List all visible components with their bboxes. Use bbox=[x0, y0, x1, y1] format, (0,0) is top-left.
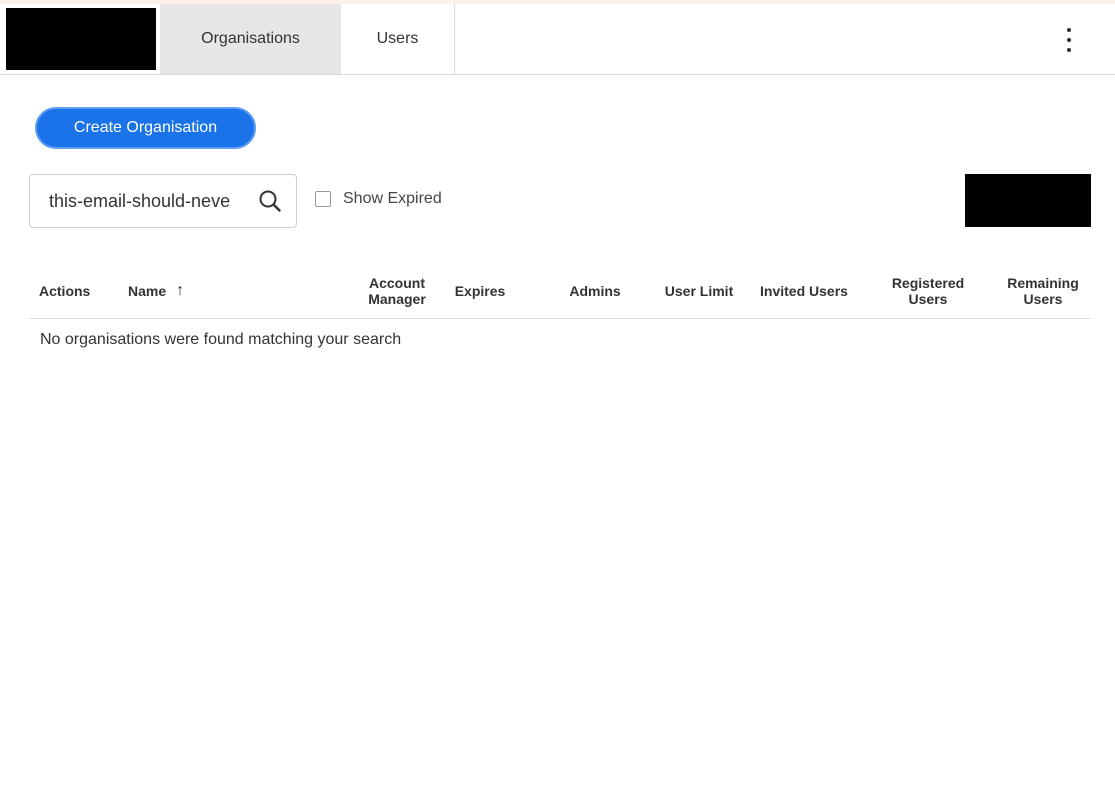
search-field[interactable] bbox=[29, 174, 297, 228]
search-icon[interactable] bbox=[258, 189, 282, 213]
column-header-registered-users[interactable]: Registered Users bbox=[883, 264, 973, 318]
app-window: Organisations Users Create Organisation … bbox=[0, 4, 1115, 808]
column-header-user-limit[interactable]: User Limit bbox=[657, 264, 741, 318]
column-header-account-manager[interactable]: Account Manager bbox=[357, 264, 437, 318]
column-header-remaining-users-label: Remaining Users bbox=[1007, 275, 1079, 307]
redacted-block bbox=[965, 174, 1091, 227]
column-header-actions: Actions bbox=[39, 264, 109, 318]
column-header-actions-label: Actions bbox=[39, 283, 91, 299]
show-expired-checkbox[interactable] bbox=[315, 191, 331, 207]
tab-organisations[interactable]: Organisations bbox=[160, 4, 341, 74]
empty-results-message: No organisations were found matching you… bbox=[40, 331, 402, 348]
column-header-expires[interactable]: Expires bbox=[445, 264, 515, 318]
kebab-dot bbox=[1067, 38, 1071, 42]
column-header-user-limit-label: User Limit bbox=[664, 283, 734, 299]
column-header-invited-users-label: Invited Users bbox=[760, 283, 848, 299]
show-expired-label: Show Expired bbox=[343, 190, 442, 207]
kebab-dot bbox=[1067, 28, 1071, 32]
redacted-logo bbox=[6, 8, 156, 70]
show-expired-filter[interactable]: Show Expired bbox=[315, 190, 442, 208]
column-header-name[interactable]: Name ↑ bbox=[128, 264, 248, 318]
column-header-invited-users[interactable]: Invited Users bbox=[753, 264, 855, 318]
tab-users-label: Users bbox=[376, 30, 419, 47]
search-input[interactable] bbox=[49, 190, 254, 212]
column-header-registered-users-label: Registered Users bbox=[891, 275, 965, 307]
create-organisation-button[interactable]: Create Organisation bbox=[35, 107, 256, 149]
column-header-admins[interactable]: Admins bbox=[560, 264, 630, 318]
tab-organisations-label: Organisations bbox=[201, 30, 300, 47]
tab-users[interactable]: Users bbox=[341, 4, 455, 74]
top-navigation-bar: Organisations Users bbox=[0, 4, 1115, 75]
column-header-remaining-users[interactable]: Remaining Users bbox=[999, 264, 1087, 318]
column-header-admins-label: Admins bbox=[569, 283, 621, 299]
column-header-name-label: Name bbox=[128, 283, 167, 299]
column-header-expires-label: Expires bbox=[454, 283, 506, 299]
column-header-account-manager-label: Account Manager bbox=[368, 275, 426, 307]
kebab-dot bbox=[1067, 48, 1071, 52]
sort-ascending-icon[interactable]: ↑ bbox=[176, 283, 184, 299]
kebab-menu-icon[interactable] bbox=[1059, 28, 1079, 52]
table-header: Actions Name ↑ Account Manager Expires A… bbox=[29, 264, 1091, 319]
